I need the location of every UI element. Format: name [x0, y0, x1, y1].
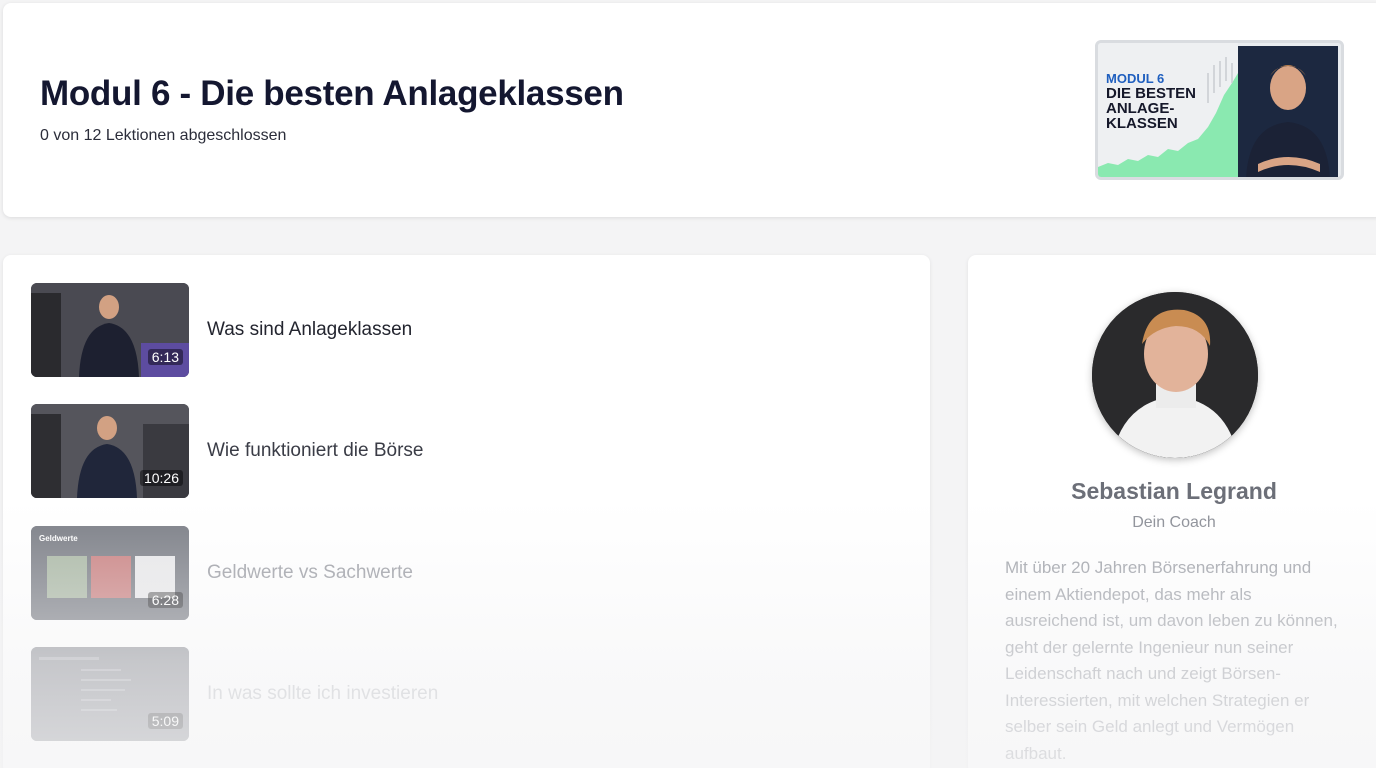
thumbnail-line-klassen: KLASSEN [1106, 115, 1178, 132]
video-thumbnail-icon[interactable]: 10:26 [31, 404, 189, 498]
slide-thumbnail-icon[interactable]: 5:09 [31, 647, 189, 741]
module-progress-text: 0 von 12 Lektionen abgeschlossen [40, 127, 287, 144]
slide-thumbnail-icon[interactable]: Geldwerte 6:28 [31, 526, 189, 620]
coach-avatar [1092, 292, 1258, 458]
lesson-duration: 10:26 [139, 470, 183, 486]
lesson-item[interactable]: 5:09 In was sollte ich investieren [31, 647, 911, 741]
coach-photo-icon [1092, 292, 1258, 458]
lesson-item[interactable]: Geldwerte 6:28 Geldwerte vs Sachwerte [31, 526, 911, 620]
lesson-duration: 6:28 [147, 592, 183, 608]
coach-portrait-icon [1238, 46, 1338, 177]
slide-heading: Geldwerte [39, 534, 78, 543]
video-thumbnail-icon[interactable]: 6:13 [31, 283, 189, 377]
thumbnail-line-die-besten: DIE BESTEN [1106, 85, 1197, 102]
coach-name: Sebastian Legrand [1071, 478, 1277, 504]
lesson-title[interactable]: Was sind Anlageklassen [207, 319, 412, 341]
coach-role: Dein Coach [1132, 514, 1216, 531]
thumbnail-line-module: MODUL 6 [1106, 71, 1165, 86]
thumbnail-line-anlage: ANLAGE- [1106, 100, 1175, 117]
module-title: Modul 6 - Die besten Anlageklassen [40, 74, 624, 113]
lesson-duration: 5:09 [147, 713, 183, 729]
lesson-item[interactable]: 10:26 Wie funktioniert die Börse [31, 404, 911, 498]
coach-bio: Mit über 20 Jahren Börsenerfahrung und e… [1005, 558, 1338, 763]
lesson-title[interactable]: Wie funktioniert die Börse [207, 440, 424, 462]
module-thumbnail-text: MODUL 6 DIE BESTEN ANLAGE- KLASSEN [1106, 71, 1196, 131]
module-thumbnail: MODUL 6 DIE BESTEN ANLAGE- KLASSEN [1095, 40, 1344, 180]
lesson-duration: 6:13 [147, 349, 183, 365]
lesson-title[interactable]: Geldwerte vs Sachwerte [207, 562, 413, 584]
coach-card: Sebastian Legrand Dein Coach Mit über 20… [968, 255, 1376, 768]
lesson-item[interactable]: 6:13 Was sind Anlageklassen [31, 283, 911, 377]
lesson-title[interactable]: In was sollte ich investieren [207, 683, 438, 705]
lessons-list: 6:13 Was sind Anlageklassen 10:26 Wie fu… [3, 255, 930, 768]
